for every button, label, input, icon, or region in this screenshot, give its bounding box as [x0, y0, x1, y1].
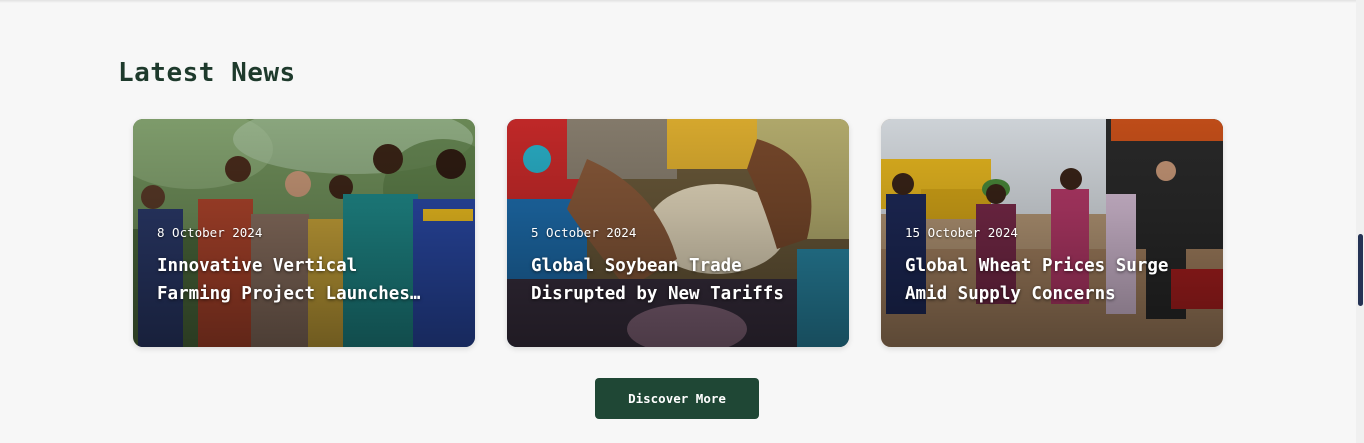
news-title-line: Farming Project Launches…	[157, 284, 421, 304]
news-title-line: Disrupted by New Tariffs	[531, 284, 784, 304]
news-title-line: Global Soybean Trade	[531, 256, 742, 276]
news-card[interactable]: 8 October 2024 Innovative Vertical Farmi…	[133, 119, 475, 347]
news-card-list: 8 October 2024 Innovative Vertical Farmi…	[133, 119, 1223, 347]
news-title-line: Amid Supply Concerns	[905, 284, 1116, 304]
news-title-line: Global Wheat Prices Surge	[905, 256, 1169, 276]
news-date: 15 October 2024	[905, 225, 1018, 240]
scrollbar-thumb[interactable]	[1358, 234, 1363, 306]
news-date: 5 October 2024	[531, 225, 637, 240]
news-title[interactable]: Global Soybean Trade Disrupted by New Ta…	[531, 252, 831, 308]
news-title[interactable]: Innovative Vertical Farming Project Laun…	[157, 252, 457, 308]
news-title-line: Innovative Vertical	[157, 256, 358, 276]
header-shadow	[0, 0, 1356, 3]
news-card[interactable]: 15 October 2024 Global Wheat Prices Surg…	[881, 119, 1223, 347]
section-title: Latest News	[118, 58, 296, 88]
news-title[interactable]: Global Wheat Prices Surge Amid Supply Co…	[905, 252, 1205, 308]
page-scrollbar[interactable]	[1356, 0, 1364, 443]
news-date: 8 October 2024	[157, 225, 263, 240]
news-card[interactable]: 5 October 2024 Global Soybean Trade Disr…	[507, 119, 849, 347]
discover-more-button[interactable]: Discover More	[595, 378, 759, 419]
latest-news-page: Latest News 8 October 2024 Innovative Ve…	[0, 0, 1364, 443]
